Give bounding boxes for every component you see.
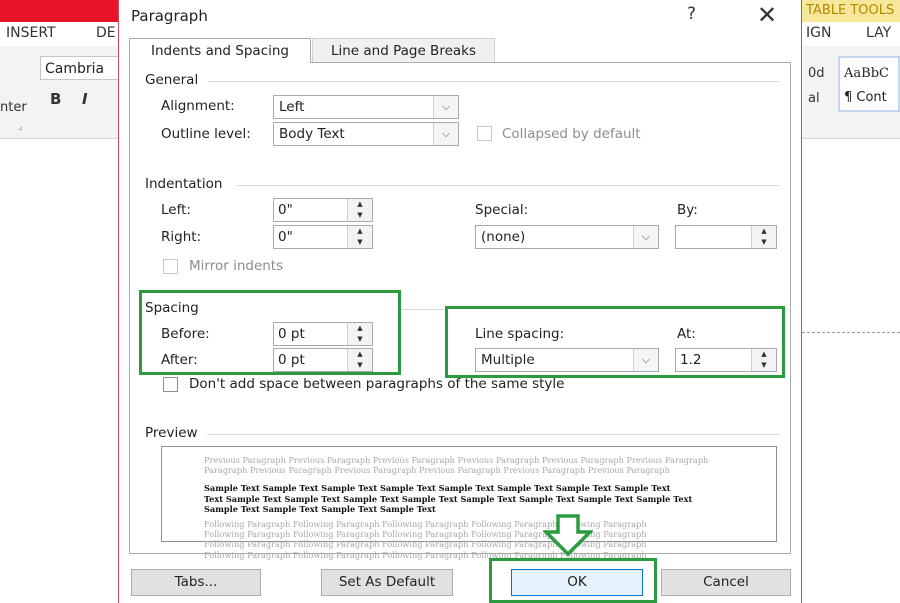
preview-heading: Preview (145, 425, 198, 441)
chevron-down-icon: ⌵ (433, 96, 458, 118)
collapsed-by-default-checkbox[interactable] (477, 126, 492, 141)
line-spacing-highlight-box (445, 306, 785, 378)
alignment-value: Left (279, 99, 305, 115)
preview-previous-2: Paragraph Previous Paragraph Previous Pa… (204, 465, 670, 476)
mirror-indents-checkbox[interactable] (163, 259, 178, 274)
help-icon[interactable]: ? (687, 4, 696, 24)
paragraph-dialog: Paragraph ? ✕ Indents and Spacing Line a… (118, 0, 802, 603)
tabs-button[interactable]: Tabs... (131, 569, 261, 596)
dialog-title: Paragraph (131, 7, 208, 25)
chevron-down-icon: ⌵ (433, 123, 458, 145)
spacing-divider (397, 309, 447, 310)
indent-left-label: Left: (161, 202, 191, 218)
preview-sample-2: Text Sample Text Sample Text Sample Text… (204, 493, 693, 504)
preview-following-2: Following Paragraph Following Paragraph … (204, 529, 647, 540)
table-tools-label: TABLE TOOLS (800, 0, 900, 22)
indent-left-spinner[interactable]: 0" ▲ ▼ (273, 198, 373, 222)
general-heading: General (145, 72, 199, 88)
general-divider (209, 81, 779, 82)
preview-box: Previous Paragraph Previous Paragraph Pr… (161, 446, 777, 560)
tab-line-and-page-breaks[interactable]: Line and Page Breaks (312, 38, 495, 63)
style-gallery-item[interactable]: AaBbC ¶ Cont (838, 56, 900, 112)
ribbon-tab-design[interactable]: DE (96, 25, 116, 41)
preview-sample-3: Sample Text Sample Text Sample Text Samp… (204, 503, 436, 514)
ok-highlight-box (489, 558, 657, 603)
italic-button[interactable]: I (82, 90, 88, 108)
preview-following-4: Following Paragraph Following Paragraph … (204, 549, 647, 560)
spin-down-icon[interactable]: ▼ (348, 210, 372, 221)
style-sample-normal-label: al (808, 91, 820, 106)
alignment-select[interactable]: Left ⌵ (273, 95, 459, 119)
indentation-divider (237, 185, 779, 186)
spinner-buttons: ▲ ▼ (751, 226, 776, 248)
style-sample-normal[interactable]: 0d (808, 66, 825, 81)
by-spinner[interactable]: ▲ ▼ (675, 225, 777, 249)
spin-down-icon[interactable]: ▼ (348, 237, 372, 248)
tab-indents-and-spacing[interactable]: Indents and Spacing (129, 38, 311, 63)
tab-indents-label: Indents and Spacing (151, 43, 289, 59)
indentation-heading: Indentation (145, 176, 223, 192)
mirror-indents-label: Mirror indents (189, 258, 284, 274)
indent-left-value: 0" (278, 202, 293, 218)
spinner-buttons: ▲ ▼ (347, 199, 372, 221)
indent-right-spinner[interactable]: 0" ▲ ▼ (273, 225, 373, 249)
outline-level-select[interactable]: Body Text ⌵ (273, 122, 459, 146)
collapsed-by-default-label: Collapsed by default (502, 126, 641, 142)
preview-divider (207, 434, 779, 435)
dialog-launcher-icon[interactable]: ⌟ (18, 122, 22, 132)
by-label: By: (677, 202, 698, 218)
ribbon-tab-design-table[interactable]: IGN (806, 25, 831, 41)
arrow-down-icon (543, 514, 593, 556)
outline-level-value: Body Text (279, 126, 345, 142)
special-select[interactable]: (none) ⌵ (475, 225, 659, 249)
cancel-button[interactable]: Cancel (661, 569, 791, 596)
indent-right-label: Right: (161, 229, 202, 245)
preview-previous-1: Previous Paragraph Previous Paragraph Pr… (204, 455, 709, 465)
preview-following-1: Following Paragraph Following Paragraph … (204, 519, 647, 530)
close-icon[interactable]: ✕ (757, 1, 777, 29)
ribbon-tab-insert[interactable]: INSERT (6, 25, 56, 41)
indent-right-value: 0" (278, 229, 293, 245)
style-sample-label: ¶ Cont (844, 90, 887, 105)
ribbon-cut-label: nter (0, 100, 27, 115)
tab-breaks-label: Line and Page Breaks (330, 43, 477, 59)
spinner-buttons: ▲ ▼ (347, 226, 372, 248)
dont-add-space-label: Don't add space between paragraphs of th… (189, 376, 565, 392)
alignment-label: Alignment: (161, 98, 235, 114)
dialog-tabs: Indents and Spacing Line and Page Breaks (129, 38, 795, 63)
preview-sample-1: Sample Text Sample Text Sample Text Samp… (204, 483, 671, 494)
font-name-box[interactable]: Cambria (40, 56, 120, 80)
spin-down-icon[interactable]: ▼ (752, 237, 776, 248)
ribbon-tab-layout[interactable]: LAY (866, 25, 891, 41)
special-label: Special: (475, 202, 529, 218)
set-as-default-button[interactable]: Set As Default (321, 569, 453, 596)
style-sample-text: AaBbC (844, 66, 889, 81)
outline-level-label: Outline level: (161, 126, 251, 142)
special-value: (none) (481, 229, 526, 245)
dont-add-space-checkbox[interactable] (163, 377, 178, 392)
page-margin-guide (802, 332, 900, 333)
spacing-highlight-box (139, 290, 401, 375)
preview-following-3: Following Paragraph Following Paragraph … (204, 539, 647, 550)
chevron-down-icon: ⌵ (633, 226, 658, 248)
bold-button[interactable]: B (50, 90, 61, 108)
